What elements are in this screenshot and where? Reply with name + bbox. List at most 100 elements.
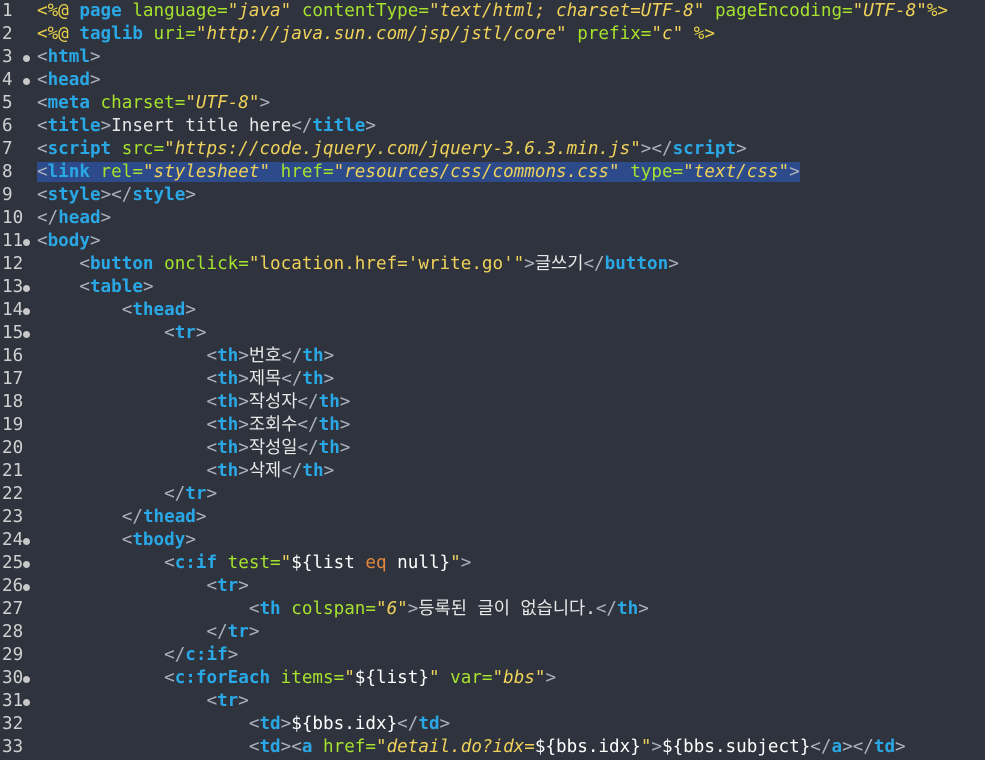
code-line[interactable]: 31 <tr> (0, 690, 985, 713)
code-token: > (668, 254, 679, 274)
code-line[interactable]: 1 <%@ page language="java" contentType="t… (0, 0, 985, 23)
code-token: prefix= (566, 24, 652, 44)
code-token: > (339, 415, 351, 435)
code-token: meta (47, 93, 90, 113)
code-line[interactable]: 13 <table> (0, 276, 985, 299)
code-token: < (121, 530, 133, 550)
code-token: > (206, 484, 218, 504)
code-token: ${bbs.idx} (291, 714, 398, 734)
code-text: <th>작성일</th> (37, 437, 350, 460)
code-editor[interactable]: 1 <%@ page language="java" contentType="t… (0, 0, 985, 760)
code-token: eq (365, 553, 387, 573)
code-line[interactable]: 4 <head> (0, 69, 985, 92)
code-token: td (873, 737, 896, 757)
code-text: <c:forEach items="${list}" var="bbs"> (37, 667, 556, 690)
code-token: src= (111, 139, 165, 159)
code-line[interactable]: 11 <body> (0, 230, 985, 253)
code-line[interactable]: 7 <script src="https://code.jquery.com/jq… (0, 138, 985, 161)
code-token: title (47, 116, 101, 136)
code-line[interactable]: 20 <th>작성일</th> (0, 437, 985, 460)
code-line[interactable]: 6 <title>Insert title here</title> (0, 115, 985, 138)
code-token: "location.href='write.go'" (248, 254, 525, 274)
code-text: <table> (37, 276, 154, 299)
code-token: > (185, 530, 196, 550)
code-token: >< (280, 737, 302, 757)
code-token: th (318, 415, 340, 435)
code-token: > (238, 438, 249, 458)
line-number: 16 (2, 346, 24, 366)
line-number: 22 (2, 484, 24, 504)
code-token: < (248, 599, 260, 619)
code-line[interactable]: 21 <th>삭제</th> (0, 460, 985, 483)
code-line[interactable]: 32 <td>${bbs.idx}</td> (0, 713, 985, 736)
code-token: > (238, 461, 249, 481)
fold-toggle-icon[interactable] (23, 308, 30, 315)
fold-toggle-icon[interactable] (23, 78, 30, 85)
fold-toggle-icon[interactable] (23, 584, 30, 591)
code-token: </ (297, 415, 319, 435)
fold-toggle-icon[interactable] (23, 676, 30, 683)
code-line[interactable]: 10 </head> (0, 207, 985, 230)
code-token: button (604, 254, 669, 274)
code-token: < (37, 162, 48, 182)
code-token: a (831, 737, 843, 757)
code-line[interactable]: 12 <button onclick="location.href='write… (0, 253, 985, 276)
code-token: 번호 (248, 346, 282, 366)
code-line[interactable]: 15 <tr> (0, 322, 985, 345)
code-line[interactable]: 28 </tr> (0, 621, 985, 644)
code-token: > (323, 369, 335, 389)
code-line[interactable]: 22 </tr> (0, 483, 985, 506)
code-line[interactable]: 23 </thead> (0, 506, 985, 529)
code-line[interactable]: 5 <meta charset="UTF-8"> (0, 92, 985, 115)
code-line[interactable]: 26 <tr> (0, 575, 985, 598)
code-line[interactable]: 33 <td><a href="detail.do?idx=${bbs.idx}… (0, 736, 985, 759)
code-token: </ (810, 737, 832, 757)
code-token: > (100, 116, 112, 136)
code-token: < (37, 231, 48, 251)
text-selection: <link rel="stylesheet" href="resources/c… (37, 162, 800, 182)
code-line[interactable]: 18 <th>작성자</th> (0, 391, 985, 414)
line-number: 26 (2, 576, 24, 596)
code-token: tr (185, 484, 207, 504)
code-text: <tr> (37, 575, 248, 598)
fold-toggle-icon[interactable] (23, 561, 30, 568)
code-line[interactable]: 19 <th>조회수</th> (0, 414, 985, 437)
code-line[interactable]: 16 <th>번호</th> (0, 345, 985, 368)
line-number: 31 (2, 691, 24, 711)
code-line[interactable]: 17 <th>제목</th> (0, 368, 985, 391)
code-line[interactable]: 9 <style></style> (0, 184, 985, 207)
code-token: > (142, 277, 154, 297)
code-token: > (339, 438, 351, 458)
code-line[interactable]: 29 </c:if> (0, 644, 985, 667)
line-number: 24 (2, 530, 24, 550)
code-line[interactable]: 14 <thead> (0, 299, 985, 322)
code-text: <button onclick="location.href='write.go… (37, 253, 679, 276)
code-line[interactable]: 8 <link rel="stylesheet" href="resources/… (0, 161, 985, 184)
code-text: </thead> (37, 506, 207, 529)
code-token: type= (619, 162, 684, 182)
code-token: > (895, 737, 906, 757)
code-token: > (238, 415, 249, 435)
code-token: > (545, 668, 557, 688)
code-line[interactable]: 2 <%@ taglib uri="http://java.sun.com/jsp… (0, 23, 985, 46)
code-line[interactable]: 25 <c:if test="${list eq null}"> (0, 552, 985, 575)
code-token: </ (281, 346, 303, 366)
code-text: </tr> (37, 483, 217, 506)
code-token: th (617, 599, 639, 619)
code-token: c:if (174, 553, 218, 573)
fold-toggle-icon[interactable] (23, 538, 30, 545)
fold-toggle-icon[interactable] (23, 331, 30, 338)
code-token: onclick= (153, 254, 249, 274)
code-token: < (206, 461, 218, 481)
code-line[interactable]: 24 <tbody> (0, 529, 985, 552)
code-line[interactable]: 27 <th colspan="6">등록된 글이 없습니다.</th> (0, 598, 985, 621)
fold-toggle-icon[interactable] (23, 699, 30, 706)
code-line[interactable]: 30 <c:forEach items="${list}" var="bbs"> (0, 667, 985, 690)
code-token: 조회수 (248, 415, 298, 435)
fold-toggle-icon[interactable] (23, 55, 30, 62)
fold-toggle-icon[interactable] (23, 285, 30, 292)
fold-toggle-icon[interactable] (23, 239, 30, 246)
code-line[interactable]: 3 <html> (0, 46, 985, 69)
line-number: 3 (2, 47, 13, 67)
code-token: ${list (291, 553, 366, 573)
